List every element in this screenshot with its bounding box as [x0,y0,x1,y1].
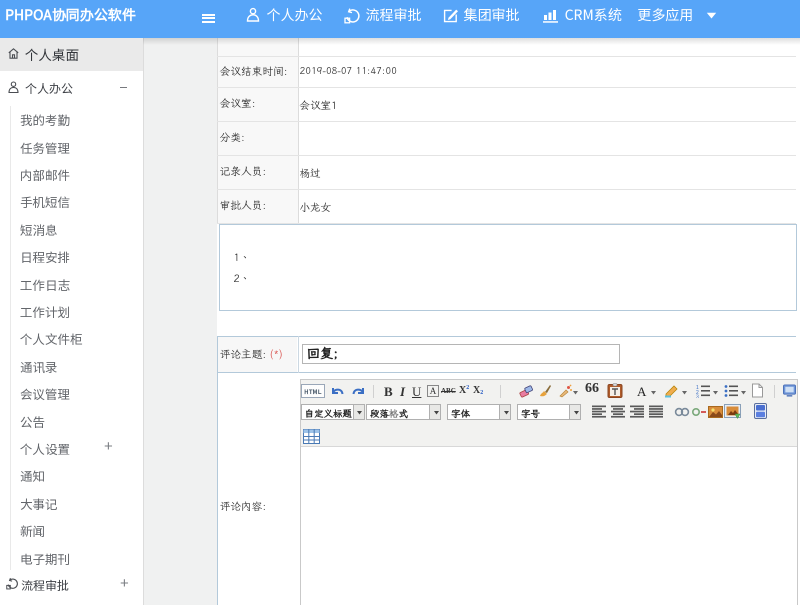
svg-text:3: 3 [696,395,699,399]
